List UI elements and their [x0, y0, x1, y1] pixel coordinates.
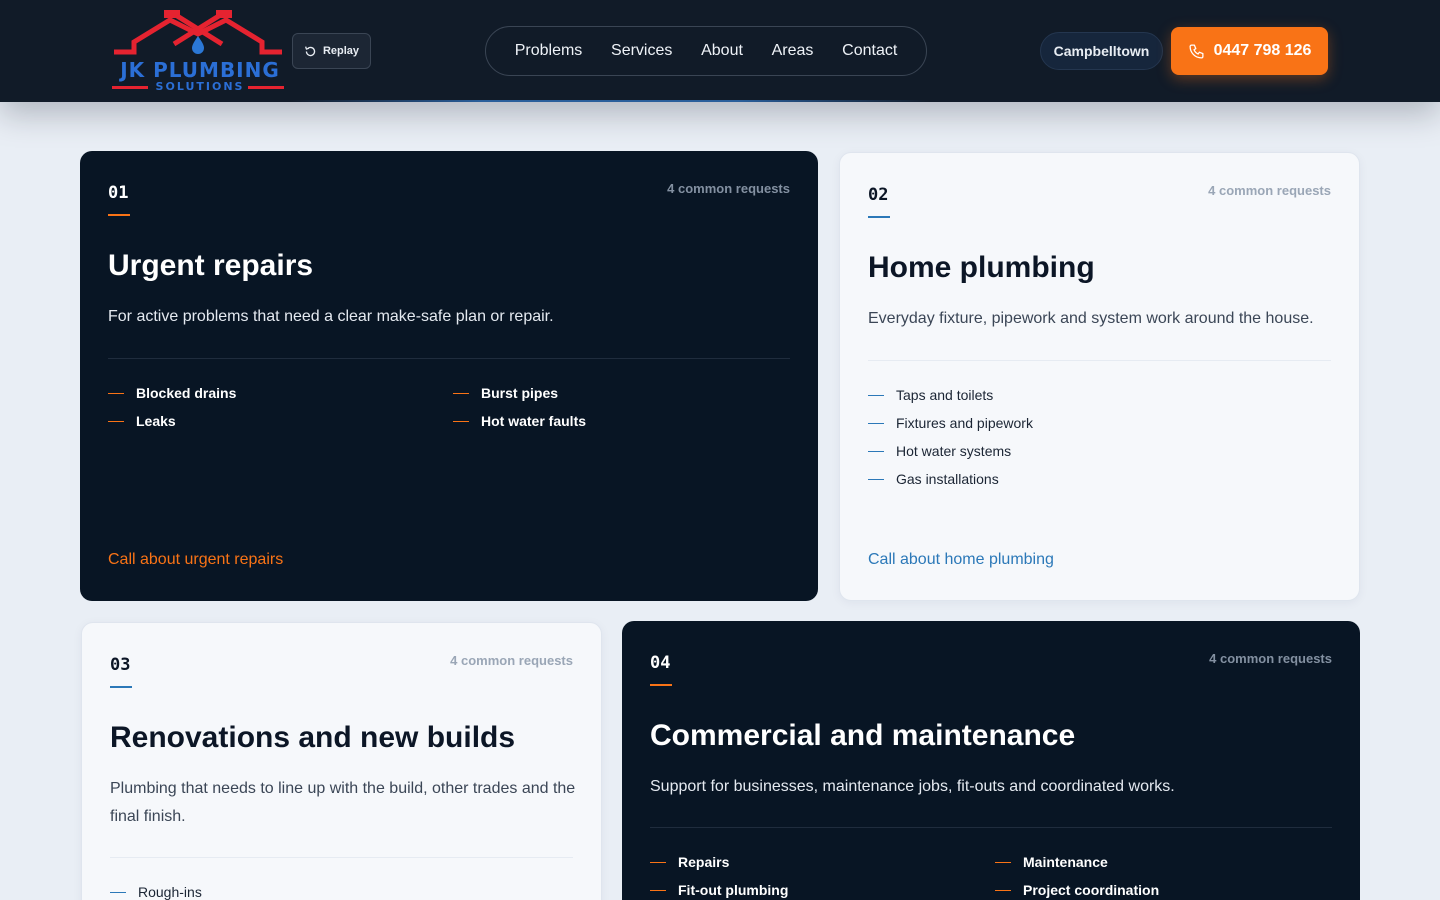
- card-description: Plumbing that needs to line up with the …: [110, 780, 576, 825]
- call-phone-button[interactable]: 0447 798 126: [1171, 27, 1328, 75]
- replay-button[interactable]: Replay: [292, 33, 371, 69]
- dash-icon: [868, 422, 884, 424]
- card-number-rule: [650, 684, 672, 686]
- logo-rule-right: [248, 86, 284, 89]
- card-description: For active problems that need a clear ma…: [108, 308, 554, 325]
- call-urgent-repairs-link[interactable]: Call about urgent repairs: [108, 551, 283, 569]
- list-item-label: Hot water faults: [481, 413, 587, 429]
- list-item-label: Blocked drains: [136, 385, 237, 401]
- list-item: Hot water faults: [453, 411, 586, 431]
- list-item: Blocked drains: [108, 383, 236, 403]
- replay-label: Replay: [322, 45, 360, 57]
- list-item: Hot water systems: [868, 441, 1011, 461]
- phone-number: 0447 798 126: [1213, 42, 1312, 59]
- card-divider: [110, 857, 573, 858]
- list-item: Fixtures and pipework: [868, 413, 1033, 433]
- list-item: Taps and toilets: [868, 385, 993, 405]
- nav-item-services[interactable]: Services: [605, 38, 678, 64]
- nav-item-problems[interactable]: Problems: [509, 38, 589, 64]
- request-count: 4 common requests: [667, 181, 790, 196]
- site-header: JK PLUMBING SOLUTIONS Replay Problems Se…: [0, 0, 1440, 102]
- phone-icon: [1189, 43, 1204, 59]
- list-item-label: Taps and toilets: [896, 387, 994, 403]
- card-divider: [868, 360, 1331, 361]
- nav-item-about[interactable]: About: [695, 38, 749, 64]
- dash-icon: [650, 861, 666, 863]
- list-item-label: Hot water systems: [896, 443, 1012, 459]
- card-number: 03: [110, 655, 131, 675]
- card-number: 02: [868, 185, 889, 205]
- card-title: Renovations and new builds: [110, 721, 516, 754]
- request-count: 4 common requests: [1208, 183, 1331, 198]
- service-card-urgent-repairs: 01 4 common requests Urgent repairs For …: [80, 151, 818, 601]
- dash-icon: [995, 889, 1011, 891]
- card-number-rule: [110, 686, 132, 688]
- dash-icon: [108, 420, 124, 422]
- location-pill[interactable]: Campbelltown: [1040, 32, 1163, 70]
- replay-icon: [304, 45, 316, 56]
- request-count: 4 common requests: [1209, 651, 1332, 666]
- card-number: 04: [650, 653, 671, 673]
- list-item-label: Leaks: [136, 413, 176, 429]
- jk-plumbing-logo[interactable]: JK PLUMBING SOLUTIONS: [108, 8, 288, 94]
- card-title: Home plumbing: [868, 251, 1095, 284]
- dash-icon: [453, 420, 469, 422]
- request-count: 4 common requests: [450, 653, 573, 668]
- list-item: Repairs: [650, 852, 729, 872]
- service-card-renovations: 03 4 common requests Renovations and new…: [81, 622, 602, 900]
- call-home-plumbing-link[interactable]: Call about home plumbing: [868, 551, 1054, 569]
- dash-icon: [110, 891, 126, 893]
- dash-icon: [453, 392, 469, 394]
- list-item-label: Burst pipes: [481, 385, 559, 401]
- card-title: Urgent repairs: [108, 249, 314, 282]
- nav-item-contact[interactable]: Contact: [836, 38, 903, 64]
- card-divider: [108, 358, 790, 359]
- header-accent-line: [290, 100, 930, 102]
- nav-item-areas[interactable]: Areas: [766, 38, 820, 64]
- list-item-label: Rough-ins: [138, 884, 202, 900]
- card-description: Support for businesses, maintenance jobs…: [650, 778, 1175, 795]
- service-card-commercial: 04 4 common requests Commercial and main…: [622, 621, 1360, 900]
- list-item-label: Maintenance: [1023, 854, 1108, 870]
- list-item: Maintenance: [995, 852, 1108, 872]
- card-description: Everyday fixture, pipework and system wo…: [868, 310, 1314, 327]
- card-number-rule: [868, 216, 890, 218]
- list-item: Rough-ins: [110, 882, 202, 900]
- card-number: 01: [108, 183, 129, 203]
- list-item: Project coordination: [995, 880, 1159, 900]
- card-title: Commercial and maintenance: [650, 719, 1076, 752]
- main-nav: Problems Services About Areas Contact: [485, 26, 927, 76]
- dash-icon: [995, 861, 1011, 863]
- card-divider: [650, 827, 1332, 828]
- list-item-label: Project coordination: [1023, 882, 1160, 898]
- dash-icon: [868, 478, 884, 480]
- list-item-label: Gas installations: [896, 471, 999, 487]
- dash-icon: [868, 394, 884, 396]
- dash-icon: [650, 889, 666, 891]
- list-item-label: Repairs: [678, 854, 730, 870]
- house-roof-logo-icon: [114, 10, 282, 55]
- dash-icon: [868, 450, 884, 452]
- card-number-rule: [108, 214, 130, 216]
- list-item: Fit-out plumbing: [650, 880, 788, 900]
- list-item: Burst pipes: [453, 383, 558, 403]
- service-card-home-plumbing: 02 4 common requests Home plumbing Every…: [839, 152, 1360, 601]
- dash-icon: [108, 392, 124, 394]
- list-item-label: Fixtures and pipework: [896, 415, 1033, 431]
- list-item: Leaks: [108, 411, 176, 431]
- list-item: Gas installations: [868, 469, 999, 489]
- list-item-label: Fit-out plumbing: [678, 882, 789, 898]
- logo-name: JK PLUMBING: [120, 58, 280, 82]
